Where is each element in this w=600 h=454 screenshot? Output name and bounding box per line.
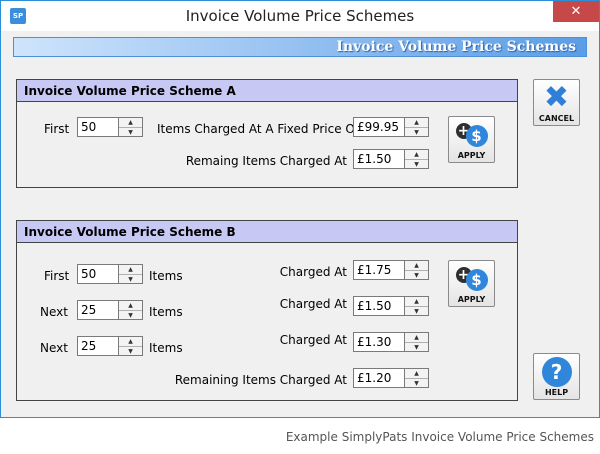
spinner-up-icon[interactable]: ▲	[405, 369, 428, 378]
spinner-down-icon[interactable]: ▼	[405, 378, 428, 388]
spinner-down-icon[interactable]: ▼	[405, 159, 428, 169]
fixed-price-input[interactable]: £99.95	[353, 117, 405, 137]
scheme-b-panel: Invoice Volume Price Scheme B First 50 ▲…	[16, 220, 518, 401]
add-dollar-icon: + $	[454, 265, 490, 295]
scheme-b-row1-price-stepper[interactable]: £1.75 ▲ ▼	[353, 260, 429, 280]
spinner-down-icon[interactable]: ▼	[119, 310, 142, 320]
scheme-b-row2-qty-stepper[interactable]: 25 ▲ ▼	[77, 300, 143, 320]
scheme-a-apply-button[interactable]: + $ APPLY	[448, 116, 495, 163]
spinner-down-icon[interactable]: ▼	[405, 306, 428, 316]
spinner-up-icon[interactable]: ▲	[405, 333, 428, 342]
window-close-button[interactable]: ✕	[553, 1, 599, 22]
scheme-b-remaining-label: Remaining Items Charged At	[174, 373, 347, 387]
help-button[interactable]: ? HELP	[533, 353, 580, 400]
scheme-a-first-qty-input[interactable]: 50	[77, 117, 119, 137]
scheme-a-remaining-stepper[interactable]: £1.50 ▲ ▼	[353, 149, 429, 169]
cancel-label: CANCEL	[538, 114, 575, 123]
scheme-b-row3-qty-stepper[interactable]: 25 ▲ ▼	[77, 336, 143, 356]
spinner-down-icon[interactable]: ▼	[119, 127, 142, 137]
cancel-button[interactable]: ✖ CANCEL	[533, 79, 580, 126]
scheme-b-remaining-stepper[interactable]: £1.20 ▲ ▼	[353, 368, 429, 388]
scheme-b-row1-qty-input[interactable]: 50	[77, 264, 119, 284]
scheme-b-row2-label: Next	[40, 305, 68, 319]
add-dollar-icon: + $	[454, 121, 490, 151]
scheme-b-row1-charged-label: Charged At	[279, 265, 347, 279]
scheme-a-first-label: First	[44, 122, 70, 136]
scheme-b-row2-charged-label: Charged At	[279, 297, 347, 311]
scheme-b-row3-qty-input[interactable]: 25	[77, 336, 119, 356]
spinner-up-icon[interactable]: ▲	[119, 337, 142, 346]
scheme-b-row3-price-input[interactable]: £1.30	[353, 332, 405, 352]
window-title: Invoice Volume Price Schemes	[185, 7, 415, 25]
spinner-down-icon[interactable]: ▼	[405, 270, 428, 280]
spinner-down-icon[interactable]: ▼	[119, 346, 142, 356]
fixed-price-stepper[interactable]: £99.95 ▲ ▼	[353, 117, 429, 137]
header-banner: Invoice Volume Price Schemes	[13, 37, 587, 57]
scheme-a-panel: Invoice Volume Price Scheme A First 50 ▲…	[16, 79, 518, 188]
cross-icon: ✖	[543, 80, 570, 115]
spinner-up-icon[interactable]: ▲	[405, 297, 428, 306]
scheme-b-row2-qty-input[interactable]: 25	[77, 300, 119, 320]
scheme-b-row2-items-label: Items	[149, 305, 183, 319]
scheme-b-row3-price-stepper[interactable]: £1.30 ▲ ▼	[353, 332, 429, 352]
spinner-up-icon[interactable]: ▲	[405, 118, 428, 127]
fixed-price-label: Items Charged At A Fixed Price Of	[157, 122, 360, 136]
scheme-a-remaining-input[interactable]: £1.50	[353, 149, 405, 169]
question-mark-icon: ?	[541, 357, 572, 387]
spinner-up-icon[interactable]: ▲	[119, 265, 142, 274]
spinner-down-icon[interactable]: ▼	[405, 127, 428, 137]
scheme-b-heading: Invoice Volume Price Scheme B	[17, 221, 517, 243]
scheme-b-row1-qty-stepper[interactable]: 50 ▲ ▼	[77, 264, 143, 284]
app-window: SP Invoice Volume Price Schemes ✕ Invoic…	[0, 0, 600, 418]
scheme-b-apply-button[interactable]: + $ APPLY	[448, 260, 495, 307]
close-icon: ✕	[570, 4, 582, 19]
spinner-up-icon[interactable]: ▲	[119, 118, 142, 127]
scheme-b-row2-price-input[interactable]: £1.50	[353, 296, 405, 316]
scheme-b-row3-charged-label: Charged At	[279, 333, 347, 347]
scheme-b-apply-label: APPLY	[457, 295, 486, 304]
scheme-b-row3-label: Next	[40, 341, 68, 355]
scheme-b-row1-label: First	[44, 269, 70, 283]
title-bar: SP Invoice Volume Price Schemes ✕	[1, 1, 599, 31]
spinner-up-icon[interactable]: ▲	[405, 150, 428, 159]
spinner-down-icon[interactable]: ▼	[119, 274, 142, 284]
scheme-a-first-qty-stepper[interactable]: 50 ▲ ▼	[77, 117, 143, 137]
scheme-b-remaining-input[interactable]: £1.20	[353, 368, 405, 388]
scheme-a-heading: Invoice Volume Price Scheme A	[17, 80, 517, 102]
spinner-down-icon[interactable]: ▼	[405, 342, 428, 352]
scheme-b-row3-items-label: Items	[149, 341, 183, 355]
spinner-up-icon[interactable]: ▲	[405, 261, 428, 270]
scheme-a-remaining-label: Remaing Items Charged At	[185, 154, 347, 168]
spinner-up-icon[interactable]: ▲	[119, 301, 142, 310]
help-label: HELP	[544, 388, 569, 397]
scheme-b-row1-items-label: Items	[149, 269, 183, 283]
scheme-a-apply-label: APPLY	[457, 151, 486, 160]
scheme-b-row2-price-stepper[interactable]: £1.50 ▲ ▼	[353, 296, 429, 316]
scheme-b-row1-price-input[interactable]: £1.75	[353, 260, 405, 280]
image-caption: Example SimplyPats Invoice Volume Price …	[285, 430, 594, 444]
banner-title: Invoice Volume Price Schemes	[336, 39, 576, 55]
